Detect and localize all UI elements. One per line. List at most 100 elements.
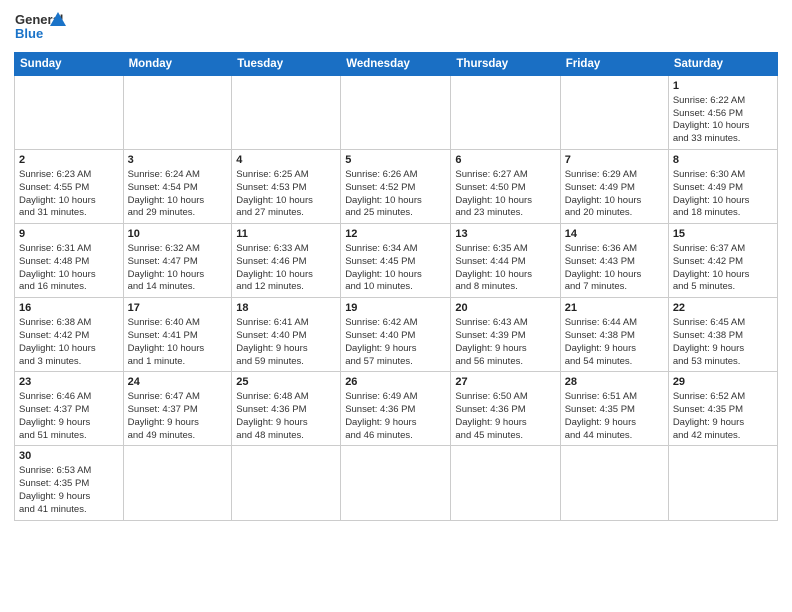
- day-info: Sunrise: 6:50 AM Sunset: 4:36 PM Dayligh…: [455, 391, 527, 440]
- day-info: Sunrise: 6:41 AM Sunset: 4:40 PM Dayligh…: [236, 317, 308, 366]
- calendar-week-5: 23Sunrise: 6:46 AM Sunset: 4:37 PM Dayli…: [15, 372, 778, 446]
- day-number: 1: [673, 79, 773, 94]
- day-info: Sunrise: 6:29 AM Sunset: 4:49 PM Dayligh…: [565, 169, 642, 218]
- day-info: Sunrise: 6:52 AM Sunset: 4:35 PM Dayligh…: [673, 391, 745, 440]
- day-info: Sunrise: 6:23 AM Sunset: 4:55 PM Dayligh…: [19, 169, 96, 218]
- header: General Blue: [14, 10, 778, 46]
- calendar-cell: 26Sunrise: 6:49 AM Sunset: 4:36 PM Dayli…: [341, 372, 451, 446]
- day-info: Sunrise: 6:24 AM Sunset: 4:54 PM Dayligh…: [128, 169, 205, 218]
- svg-text:Blue: Blue: [15, 26, 43, 41]
- calendar-cell: [668, 446, 777, 520]
- col-header-thursday: Thursday: [451, 53, 560, 76]
- day-number: 2: [19, 153, 119, 168]
- day-number: 7: [565, 153, 664, 168]
- calendar-cell: 10Sunrise: 6:32 AM Sunset: 4:47 PM Dayli…: [123, 224, 232, 298]
- day-info: Sunrise: 6:35 AM Sunset: 4:44 PM Dayligh…: [455, 243, 532, 292]
- day-info: Sunrise: 6:34 AM Sunset: 4:45 PM Dayligh…: [345, 243, 422, 292]
- day-info: Sunrise: 6:51 AM Sunset: 4:35 PM Dayligh…: [565, 391, 637, 440]
- day-info: Sunrise: 6:25 AM Sunset: 4:53 PM Dayligh…: [236, 169, 313, 218]
- day-info: Sunrise: 6:48 AM Sunset: 4:36 PM Dayligh…: [236, 391, 308, 440]
- calendar-cell: [232, 446, 341, 520]
- calendar-cell: 9Sunrise: 6:31 AM Sunset: 4:48 PM Daylig…: [15, 224, 124, 298]
- day-number: 23: [19, 375, 119, 390]
- calendar-cell: [341, 76, 451, 150]
- day-number: 19: [345, 301, 446, 316]
- calendar-cell: [232, 76, 341, 150]
- calendar-cell: 30Sunrise: 6:53 AM Sunset: 4:35 PM Dayli…: [15, 446, 124, 520]
- day-number: 13: [455, 227, 555, 242]
- calendar-cell: 7Sunrise: 6:29 AM Sunset: 4:49 PM Daylig…: [560, 150, 668, 224]
- day-info: Sunrise: 6:49 AM Sunset: 4:36 PM Dayligh…: [345, 391, 417, 440]
- day-info: Sunrise: 6:31 AM Sunset: 4:48 PM Dayligh…: [19, 243, 96, 292]
- calendar-cell: 2Sunrise: 6:23 AM Sunset: 4:55 PM Daylig…: [15, 150, 124, 224]
- col-header-friday: Friday: [560, 53, 668, 76]
- day-info: Sunrise: 6:38 AM Sunset: 4:42 PM Dayligh…: [19, 317, 96, 366]
- col-header-monday: Monday: [123, 53, 232, 76]
- col-header-tuesday: Tuesday: [232, 53, 341, 76]
- col-header-wednesday: Wednesday: [341, 53, 451, 76]
- day-number: 14: [565, 227, 664, 242]
- calendar-week-1: 1Sunrise: 6:22 AM Sunset: 4:56 PM Daylig…: [15, 76, 778, 150]
- calendar-cell: 5Sunrise: 6:26 AM Sunset: 4:52 PM Daylig…: [341, 150, 451, 224]
- calendar-cell: 24Sunrise: 6:47 AM Sunset: 4:37 PM Dayli…: [123, 372, 232, 446]
- calendar-cell: 4Sunrise: 6:25 AM Sunset: 4:53 PM Daylig…: [232, 150, 341, 224]
- day-number: 24: [128, 375, 228, 390]
- day-number: 10: [128, 227, 228, 242]
- calendar-page: General Blue SundayMondayTuesdayWednesda…: [0, 0, 792, 612]
- calendar-cell: [123, 446, 232, 520]
- day-info: Sunrise: 6:37 AM Sunset: 4:42 PM Dayligh…: [673, 243, 750, 292]
- calendar-week-2: 2Sunrise: 6:23 AM Sunset: 4:55 PM Daylig…: [15, 150, 778, 224]
- calendar-cell: 27Sunrise: 6:50 AM Sunset: 4:36 PM Dayli…: [451, 372, 560, 446]
- calendar-cell: 6Sunrise: 6:27 AM Sunset: 4:50 PM Daylig…: [451, 150, 560, 224]
- calendar-cell: [15, 76, 124, 150]
- day-info: Sunrise: 6:47 AM Sunset: 4:37 PM Dayligh…: [128, 391, 200, 440]
- calendar-cell: 16Sunrise: 6:38 AM Sunset: 4:42 PM Dayli…: [15, 298, 124, 372]
- calendar-cell: 18Sunrise: 6:41 AM Sunset: 4:40 PM Dayli…: [232, 298, 341, 372]
- day-number: 3: [128, 153, 228, 168]
- day-info: Sunrise: 6:27 AM Sunset: 4:50 PM Dayligh…: [455, 169, 532, 218]
- day-info: Sunrise: 6:44 AM Sunset: 4:38 PM Dayligh…: [565, 317, 637, 366]
- calendar-cell: 15Sunrise: 6:37 AM Sunset: 4:42 PM Dayli…: [668, 224, 777, 298]
- day-number: 16: [19, 301, 119, 316]
- calendar-cell: 1Sunrise: 6:22 AM Sunset: 4:56 PM Daylig…: [668, 76, 777, 150]
- calendar-cell: 12Sunrise: 6:34 AM Sunset: 4:45 PM Dayli…: [341, 224, 451, 298]
- day-number: 25: [236, 375, 336, 390]
- calendar-cell: [560, 76, 668, 150]
- col-header-sunday: Sunday: [15, 53, 124, 76]
- calendar-week-6: 30Sunrise: 6:53 AM Sunset: 4:35 PM Dayli…: [15, 446, 778, 520]
- calendar-cell: 20Sunrise: 6:43 AM Sunset: 4:39 PM Dayli…: [451, 298, 560, 372]
- col-header-saturday: Saturday: [668, 53, 777, 76]
- calendar-cell: [451, 446, 560, 520]
- day-number: 15: [673, 227, 773, 242]
- day-info: Sunrise: 6:26 AM Sunset: 4:52 PM Dayligh…: [345, 169, 422, 218]
- calendar-table: SundayMondayTuesdayWednesdayThursdayFrid…: [14, 52, 778, 521]
- calendar-cell: 3Sunrise: 6:24 AM Sunset: 4:54 PM Daylig…: [123, 150, 232, 224]
- calendar-cell: [451, 76, 560, 150]
- day-number: 12: [345, 227, 446, 242]
- calendar-cell: 11Sunrise: 6:33 AM Sunset: 4:46 PM Dayli…: [232, 224, 341, 298]
- calendar-cell: 22Sunrise: 6:45 AM Sunset: 4:38 PM Dayli…: [668, 298, 777, 372]
- day-info: Sunrise: 6:40 AM Sunset: 4:41 PM Dayligh…: [128, 317, 205, 366]
- day-number: 26: [345, 375, 446, 390]
- calendar-cell: 13Sunrise: 6:35 AM Sunset: 4:44 PM Dayli…: [451, 224, 560, 298]
- day-number: 4: [236, 153, 336, 168]
- day-number: 29: [673, 375, 773, 390]
- calendar-cell: [341, 446, 451, 520]
- day-info: Sunrise: 6:53 AM Sunset: 4:35 PM Dayligh…: [19, 465, 91, 514]
- logo: General Blue: [14, 10, 66, 46]
- calendar-header-row: SundayMondayTuesdayWednesdayThursdayFrid…: [15, 53, 778, 76]
- day-number: 30: [19, 449, 119, 464]
- day-number: 6: [455, 153, 555, 168]
- calendar-cell: 21Sunrise: 6:44 AM Sunset: 4:38 PM Dayli…: [560, 298, 668, 372]
- day-info: Sunrise: 6:32 AM Sunset: 4:47 PM Dayligh…: [128, 243, 205, 292]
- day-number: 8: [673, 153, 773, 168]
- calendar-cell: [560, 446, 668, 520]
- day-number: 11: [236, 227, 336, 242]
- day-info: Sunrise: 6:46 AM Sunset: 4:37 PM Dayligh…: [19, 391, 91, 440]
- day-number: 9: [19, 227, 119, 242]
- day-info: Sunrise: 6:42 AM Sunset: 4:40 PM Dayligh…: [345, 317, 417, 366]
- day-info: Sunrise: 6:22 AM Sunset: 4:56 PM Dayligh…: [673, 95, 750, 144]
- day-info: Sunrise: 6:45 AM Sunset: 4:38 PM Dayligh…: [673, 317, 745, 366]
- day-info: Sunrise: 6:43 AM Sunset: 4:39 PM Dayligh…: [455, 317, 527, 366]
- logo-svg: General Blue: [14, 10, 66, 46]
